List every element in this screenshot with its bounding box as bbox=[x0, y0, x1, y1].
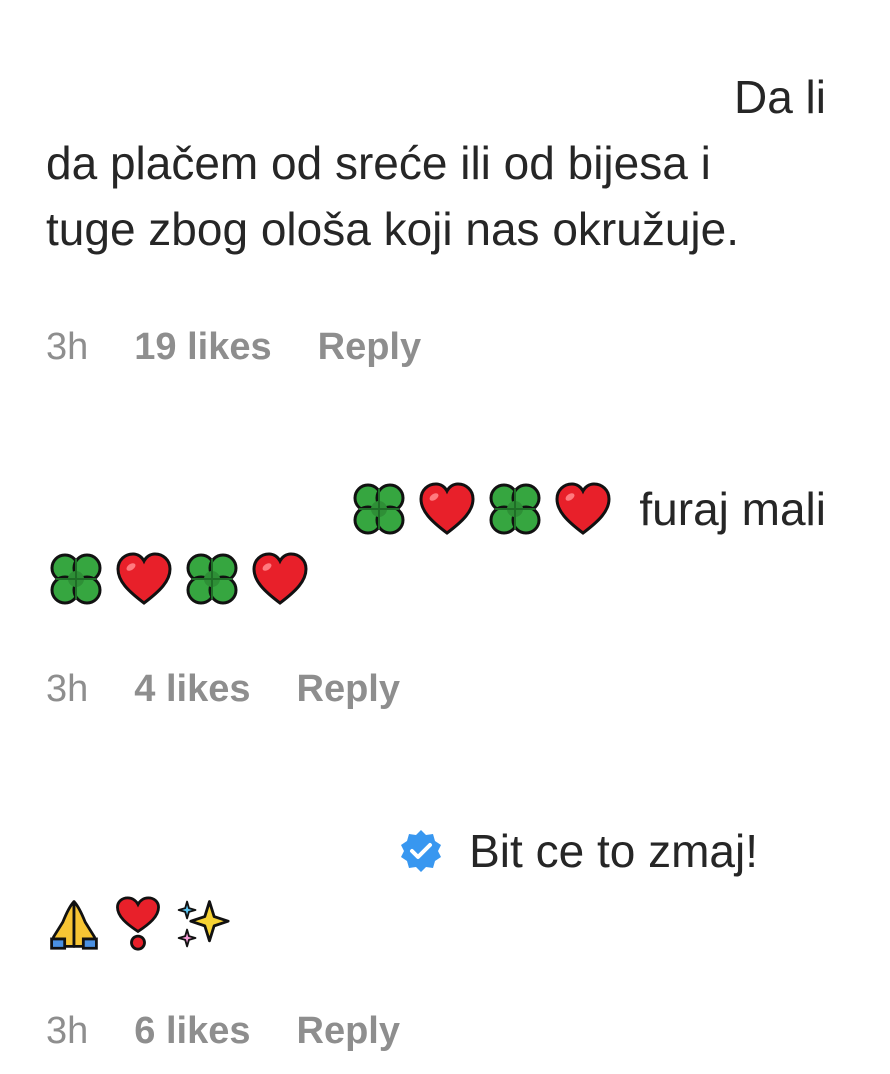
likes-count-button[interactable]: 4 likes bbox=[134, 668, 250, 711]
comment-1: Da li da plačem od sreće ili od bijesa i… bbox=[46, 64, 826, 262]
four-leaf-clover-icon bbox=[489, 483, 541, 535]
heart-exclamation-icon bbox=[116, 896, 160, 951]
comment-text-line: tuge zbog ološa koji nas okružuje. bbox=[46, 203, 739, 255]
comment-text-line bbox=[46, 540, 826, 610]
verified-badge-icon bbox=[401, 829, 442, 872]
comment-2: furaj mali bbox=[46, 470, 826, 610]
reply-button[interactable]: Reply bbox=[297, 668, 400, 711]
red-heart-icon bbox=[419, 482, 475, 535]
sparkles-icon bbox=[177, 899, 230, 948]
comment-text-line: furaj mali bbox=[46, 470, 826, 540]
red-heart-icon bbox=[252, 552, 308, 605]
four-leaf-clover-icon bbox=[50, 553, 102, 605]
reply-button[interactable]: Reply bbox=[297, 1010, 400, 1053]
comment-meta: 3h 6 likes Reply bbox=[46, 1010, 400, 1053]
emoji-group bbox=[46, 549, 310, 609]
likes-count-button[interactable]: 6 likes bbox=[134, 1010, 250, 1053]
comment-text-line bbox=[46, 884, 826, 956]
comment-time: 3h bbox=[46, 668, 89, 710]
comment-meta: 3h 4 likes Reply bbox=[46, 668, 400, 711]
comment-text-line: Da li bbox=[733, 71, 826, 123]
emoji-group bbox=[46, 896, 230, 952]
comment-meta: 3h 19 likes Reply bbox=[46, 326, 421, 369]
comment-text: Bit ce to zmaj! bbox=[469, 824, 758, 877]
red-heart-icon bbox=[555, 482, 611, 535]
comment-text: furaj mali bbox=[639, 482, 826, 535]
comment-time: 3h bbox=[46, 1010, 89, 1052]
emoji-group bbox=[349, 479, 613, 539]
red-heart-icon bbox=[116, 552, 172, 605]
comment-text-line: da plačem od sreće ili od bijesa i bbox=[46, 137, 711, 189]
comment-time: 3h bbox=[46, 326, 89, 368]
reply-button[interactable]: Reply bbox=[318, 326, 421, 369]
four-leaf-clover-icon bbox=[186, 553, 238, 605]
comment-text-line: Bit ce to zmaj! bbox=[46, 814, 826, 884]
four-leaf-clover-icon bbox=[353, 483, 405, 535]
likes-count-button[interactable]: 19 likes bbox=[134, 326, 271, 369]
comment-3: Bit ce to zmaj! bbox=[46, 814, 826, 956]
folded-hands-icon bbox=[50, 899, 98, 950]
